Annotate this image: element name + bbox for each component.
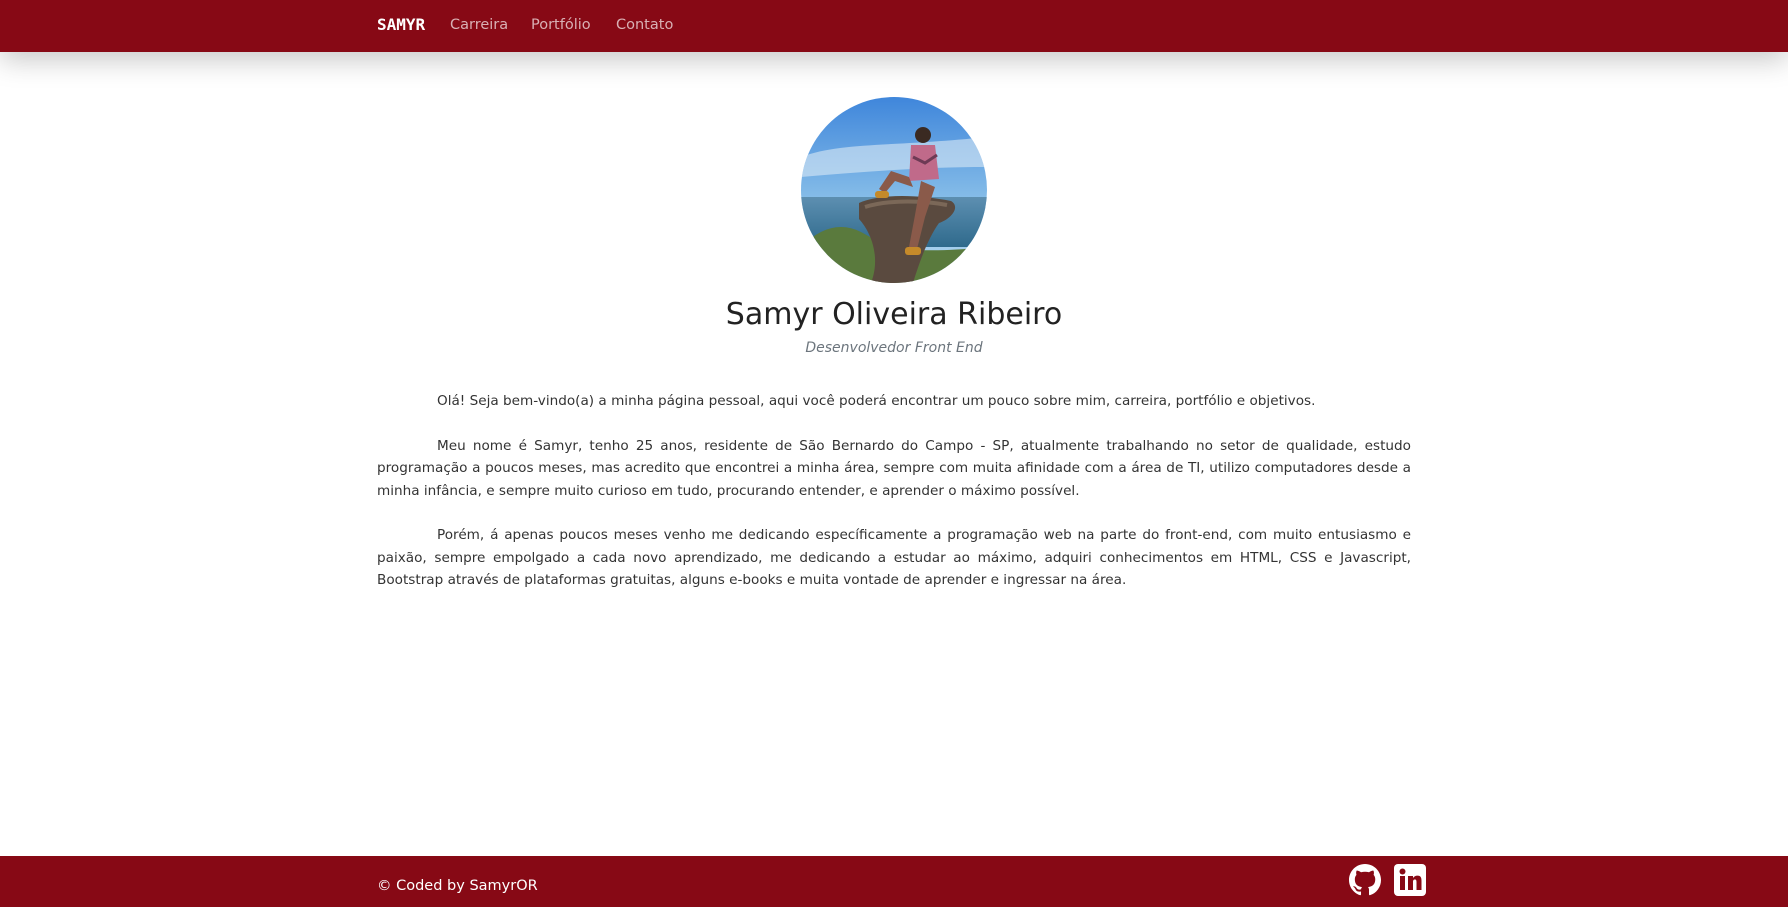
about-paragraph: Olá! Seja bem-vindo(a) a minha página pe… <box>437 393 1316 409</box>
linkedin-link[interactable] <box>1394 864 1426 896</box>
profile-role: Desenvolvedor Front End <box>805 340 983 356</box>
about-paragraph: Meu nome é Samyr, tenho 25 anos, residen… <box>377 437 1411 499</box>
copyright-text: © Coded by SamyrOR <box>377 878 538 894</box>
github-icon <box>1349 864 1381 896</box>
nav-link-carreira[interactable]: Carreira <box>450 17 508 33</box>
about-paragraph: Porém, á apenas poucos meses venho me de… <box>377 527 1411 588</box>
about-section: Olá! Seja bem-vindo(a) a minha página pe… <box>377 390 1411 614</box>
profile-photo <box>801 97 987 283</box>
nav-link-portfolio[interactable]: Portfólio <box>531 17 591 33</box>
footer: © Coded by SamyrOR <box>0 856 1788 907</box>
profile-photo-image <box>801 97 987 283</box>
github-link[interactable] <box>1349 864 1381 896</box>
linkedin-icon <box>1394 864 1426 896</box>
navbar: SAMYR Carreira Portfólio Contato <box>0 0 1788 52</box>
profile-name: Samyr Oliveira Ribeiro <box>725 297 1063 332</box>
nav-link-contato[interactable]: Contato <box>616 17 673 33</box>
brand-logo-link[interactable]: SAMYR <box>377 15 425 34</box>
